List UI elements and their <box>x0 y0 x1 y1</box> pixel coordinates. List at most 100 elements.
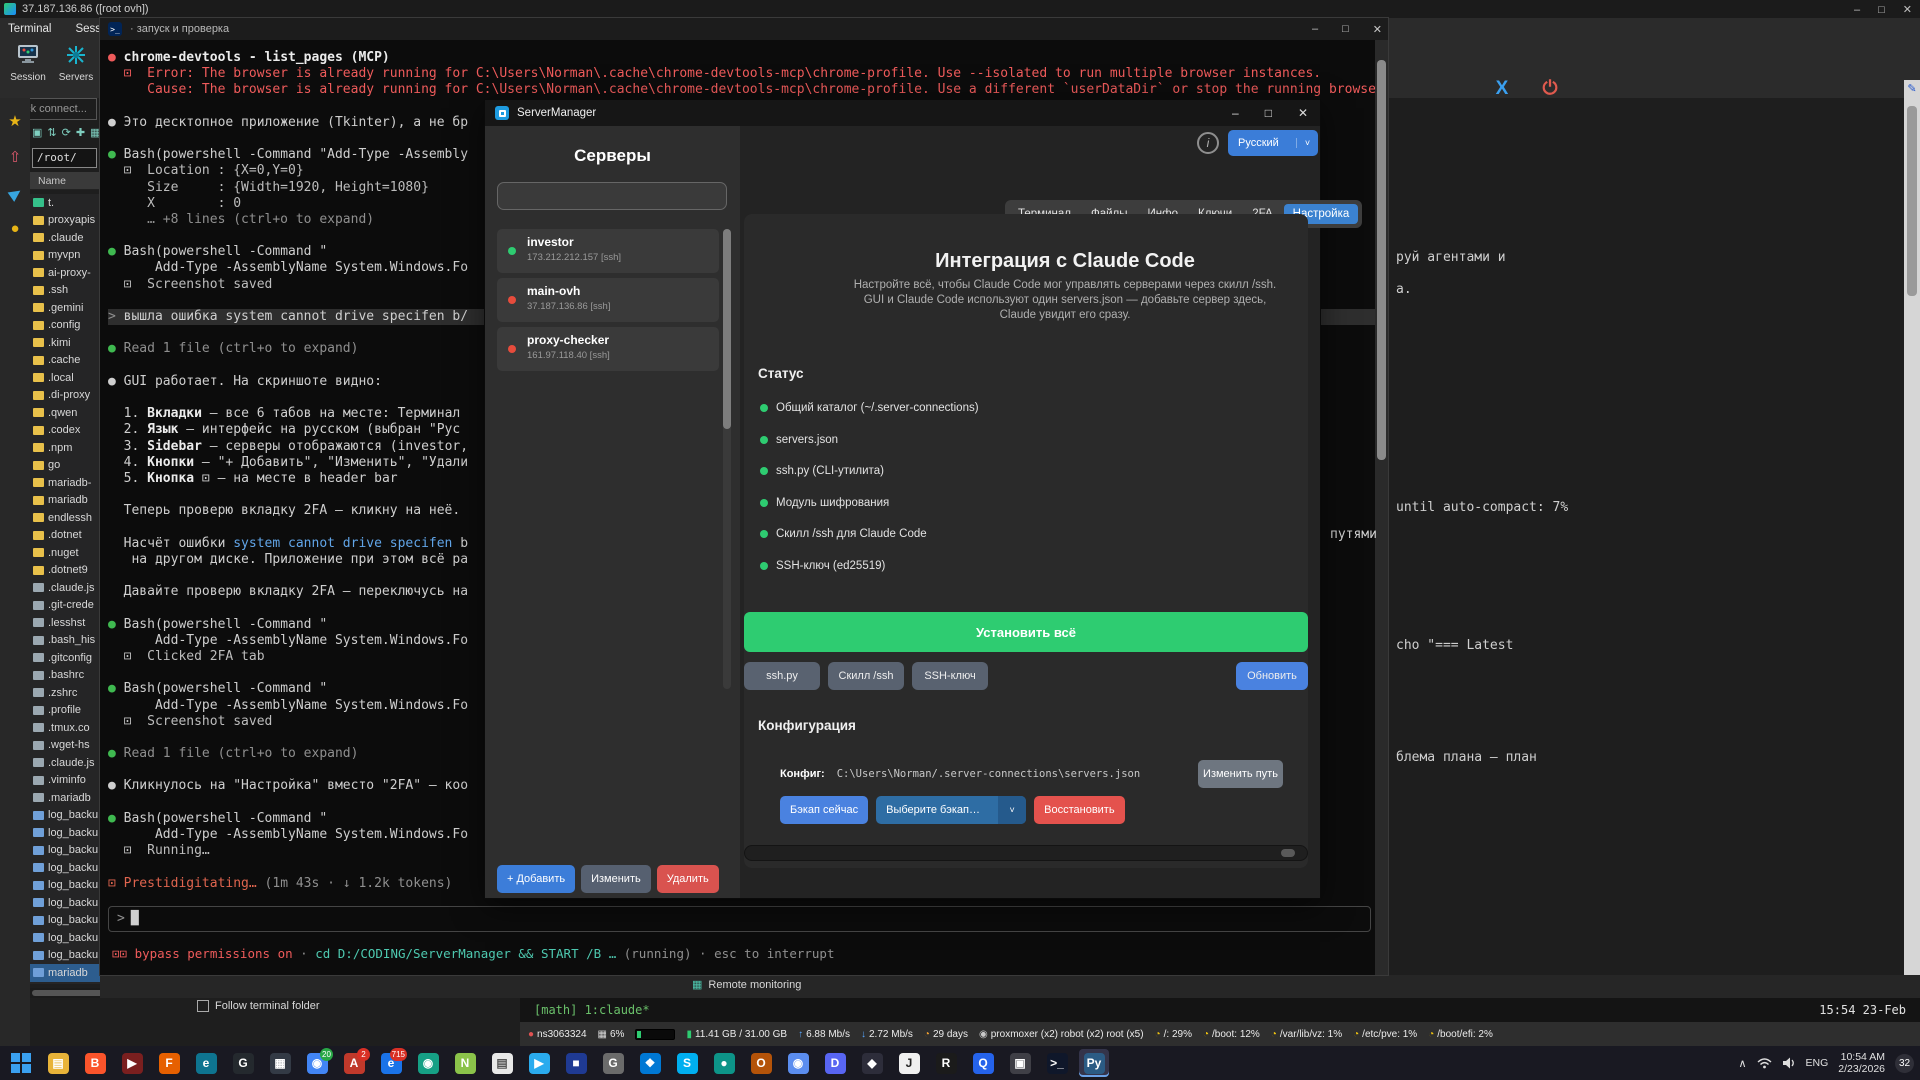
start-button[interactable] <box>6 1049 36 1077</box>
sftp-name-header[interactable]: Name <box>30 172 100 190</box>
server-card-main-ovh[interactable]: main-ovh 37.187.136.86 [ssh] <box>497 278 719 322</box>
r-app-icon[interactable]: R <box>931 1049 961 1077</box>
tree-item[interactable]: .npm <box>30 439 100 457</box>
brave-icon[interactable]: B <box>80 1049 110 1077</box>
backup-now-button[interactable]: Бэкап сейчас <box>780 796 869 824</box>
refresh-button[interactable]: Обновить <box>1236 662 1308 690</box>
component-button-3[interactable]: SSH-ключ <box>912 662 988 690</box>
tree-item[interactable]: .wget-hs <box>30 737 100 755</box>
component-button-2[interactable]: Скилл /ssh <box>828 662 904 690</box>
tree-item[interactable]: proxyapis <box>30 212 100 230</box>
chrome-icon[interactable]: ◉ 20 <box>302 1048 333 1077</box>
moba-minimize-button[interactable]: – <box>1854 4 1860 16</box>
terminal-scrollbar[interactable] <box>1375 40 1388 975</box>
tree-item[interactable]: .git-crede <box>30 597 100 615</box>
tree-item[interactable]: ai-proxy- <box>30 264 100 282</box>
tree-item[interactable]: .claude.js <box>30 754 100 772</box>
sftp-tool-icon[interactable]: ✚ <box>76 126 85 144</box>
quick-assist-icon[interactable]: Q <box>968 1049 998 1077</box>
tree-item[interactable]: endlessh <box>30 509 100 527</box>
tree-item[interactable]: log_backu <box>30 877 100 895</box>
tree-item[interactable]: log_backu <box>30 859 100 877</box>
tree-item[interactable]: log_backu <box>30 894 100 912</box>
tree-item[interactable]: mariadb <box>30 492 100 510</box>
ps-close-button[interactable]: ✕ <box>1373 23 1382 36</box>
checkbox-icon[interactable] <box>197 1000 209 1012</box>
ps-minimize-button[interactable]: – <box>1312 23 1318 35</box>
tree-item[interactable]: .codex <box>30 422 100 440</box>
taskbar-clock[interactable]: 10:54 AM 2/23/2026 <box>1838 1051 1885 1075</box>
sftp-tool-icon[interactable]: ▦ <box>90 126 100 144</box>
tree-item[interactable]: go <box>30 457 100 475</box>
speaker-icon[interactable] <box>1782 1057 1796 1069</box>
tree-item[interactable]: log_backu <box>30 824 100 842</box>
info-button[interactable]: i <box>1197 132 1219 154</box>
python-app-icon[interactable]: Py <box>1079 1049 1109 1077</box>
gimp-icon[interactable]: G <box>598 1049 628 1077</box>
ps-maximize-button[interactable]: □ <box>1342 23 1349 35</box>
tree-item[interactable]: .profile <box>30 702 100 720</box>
sm-minimize-button[interactable]: – <box>1232 106 1239 120</box>
tree-item[interactable]: .config <box>30 317 100 335</box>
upload-icon[interactable]: ⇧ <box>6 148 24 166</box>
restore-button[interactable]: Восстановить <box>1034 796 1125 824</box>
install-all-button[interactable]: Установить всё <box>744 612 1308 652</box>
moba-close-button[interactable]: ✕ <box>1903 3 1912 16</box>
tree-item[interactable]: .zshrc <box>30 684 100 702</box>
tree-item[interactable]: .dotnet9 <box>30 562 100 580</box>
tree-item[interactable]: t. <box>30 194 100 212</box>
tree-item[interactable]: .kimi <box>30 334 100 352</box>
telegram-icon[interactable]: ▶ <box>524 1049 554 1077</box>
edge-icon[interactable]: e <box>191 1049 221 1077</box>
right-scrollbar-thumb[interactable] <box>1907 106 1917 296</box>
tree-item[interactable]: .mariadb <box>30 789 100 807</box>
tree-item[interactable]: log_backu <box>30 947 100 965</box>
sftp-tool-icon[interactable]: ⇅ <box>47 126 56 144</box>
server-card-proxy-checker[interactable]: proxy-checker 161.97.118.40 [ssh] <box>497 327 719 371</box>
macro-icon[interactable]: ● <box>6 220 24 238</box>
tree-item[interactable]: log_backu <box>30 929 100 947</box>
sm-maximize-button[interactable]: □ <box>1265 106 1272 120</box>
panel-hscrollbar[interactable] <box>744 845 1308 861</box>
sm-close-button[interactable]: ✕ <box>1298 106 1308 120</box>
discord-icon[interactable]: D <box>820 1049 850 1077</box>
server-search-input[interactable] <box>497 182 727 210</box>
tree-item[interactable]: .gitconfig <box>30 649 100 667</box>
servermanager-titlebar[interactable]: ServerManager <box>485 100 1320 126</box>
jetbrains-icon[interactable]: J <box>894 1049 924 1077</box>
tray-chevron-icon[interactable]: ∧ <box>1738 1057 1746 1070</box>
tree-item[interactable]: log_backu <box>30 842 100 860</box>
tree-item[interactable]: .viminfo <box>30 772 100 790</box>
media-player-icon[interactable]: ▶ <box>117 1049 147 1077</box>
session-button[interactable]: Session <box>6 44 50 83</box>
app-gray-icon[interactable]: ▣ <box>1005 1049 1035 1077</box>
tree-item[interactable]: .lesshst <box>30 614 100 632</box>
moba-restore-button[interactable]: □ <box>1878 4 1885 16</box>
qbittorrent-icon[interactable]: ◉ <box>413 1049 443 1077</box>
language-indicator[interactable]: ENG <box>1806 1057 1829 1069</box>
tree-item[interactable]: .ssh <box>30 282 100 300</box>
follow-terminal-folder-checkbox[interactable]: Follow terminal folder <box>197 1000 320 1012</box>
tree-item[interactable]: myvpn <box>30 247 100 265</box>
tree-item[interactable]: log_backu <box>30 912 100 930</box>
tree-item[interactable]: .di-proxy <box>30 387 100 405</box>
tree-item[interactable]: .tmux.co <box>30 719 100 737</box>
anydesk-icon[interactable]: A2 <box>339 1048 370 1077</box>
app-teal-icon[interactable]: ● <box>709 1049 739 1077</box>
edit-server-button[interactable]: Изменить <box>581 865 651 893</box>
firefox-icon[interactable]: F <box>154 1049 184 1077</box>
favorites-star-icon[interactable]: ★ <box>6 112 24 130</box>
server-card-investor[interactable]: investor 173.212.212.157 [ssh] <box>497 229 719 273</box>
tree-item[interactable]: .bashrc <box>30 667 100 685</box>
tree-item[interactable]: .dotnet <box>30 527 100 545</box>
notepad-icon[interactable]: N <box>450 1049 480 1077</box>
server-list-scrollbar[interactable] <box>723 229 731 689</box>
menu-terminal[interactable]: Terminal <box>8 23 51 35</box>
moba-right-sidebar[interactable]: ✎ <box>1904 80 1920 975</box>
add-server-button[interactable]: + Добавить <box>497 865 576 893</box>
tree-item[interactable]: .nuget <box>30 544 100 562</box>
github-icon[interactable]: G <box>228 1049 258 1077</box>
edge-beta-icon[interactable]: e 715 <box>376 1048 407 1077</box>
tree-item[interactable]: .cache <box>30 352 100 370</box>
skype-icon[interactable]: S <box>672 1049 702 1077</box>
